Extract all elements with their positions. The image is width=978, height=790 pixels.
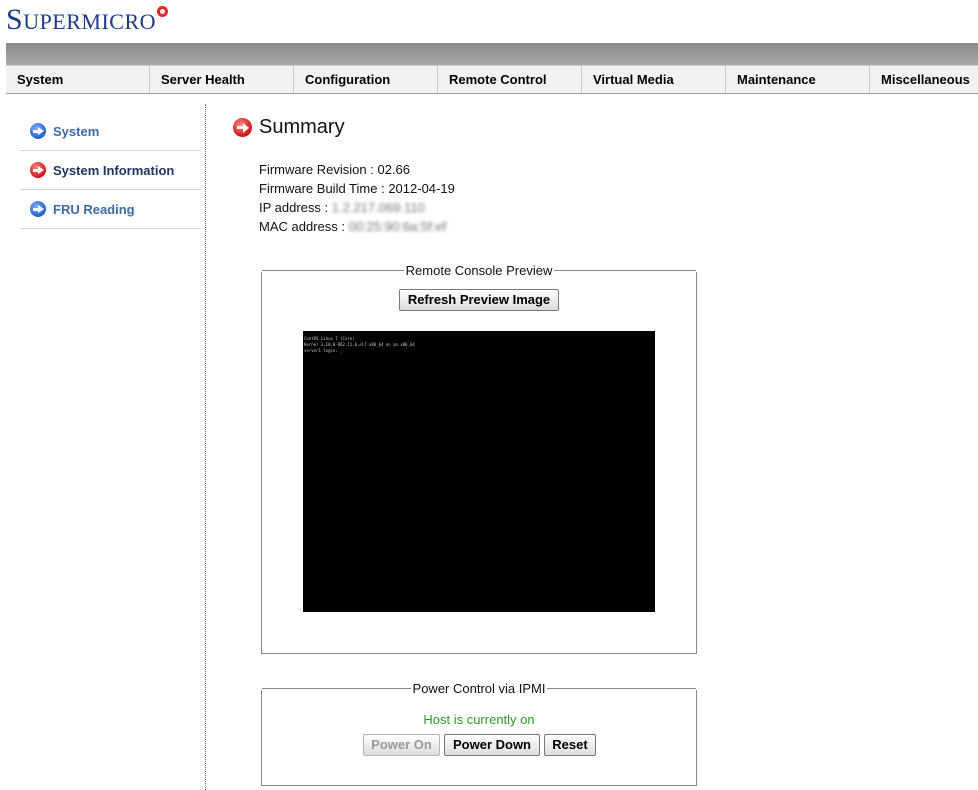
refresh-preview-button[interactable]: Refresh Preview Image — [399, 289, 559, 311]
sidebar-item-system-information[interactable]: System Information — [20, 151, 201, 190]
power-down-button[interactable]: Power Down — [444, 734, 540, 756]
sidebar-item-system[interactable]: System — [20, 112, 201, 151]
reset-button[interactable]: Reset — [544, 734, 596, 756]
menu-server-health[interactable]: Server Health — [150, 66, 294, 93]
menu-virtual-media[interactable]: Virtual Media — [582, 66, 726, 93]
arrow-right-red-icon — [233, 118, 252, 137]
logo-rest: UPERMICRO — [23, 9, 157, 34]
firmware-build-value: 2012-04-19 — [388, 181, 455, 196]
menu-remote-control[interactable]: Remote Control — [438, 66, 582, 93]
console-preview-screen[interactable]: CentOS Linux 7 (Core) Kernel 3.10.0-862.… — [303, 331, 655, 612]
sidebar-item-label: System — [53, 123, 100, 139]
top-menu-bar: System Server Health Configuration Remot… — [6, 65, 978, 94]
console-line: server1 login: _ — [304, 348, 343, 353]
sidebar-item-label: System Information — [53, 162, 175, 178]
ip-address-row: IP address : 1.2.217.069.110 — [259, 198, 455, 217]
header-band — [6, 43, 978, 65]
firmware-build-row: Firmware Build Time : 2012-04-19 — [259, 179, 455, 198]
power-control-legend-text: Power Control via IPMI — [412, 681, 546, 696]
remote-console-preview-box: Remote Console Preview Refresh Preview I… — [261, 263, 697, 654]
arrow-right-blue-icon — [30, 201, 46, 217]
power-control-legend: Power Control via IPMI — [262, 681, 696, 696]
mac-address-row: MAC address : 00:25:90:6a:5f:ef — [259, 217, 455, 236]
arrow-right-blue-icon — [30, 123, 46, 139]
firmware-revision-label: Firmware Revision : — [259, 162, 374, 177]
menu-configuration[interactable]: Configuration — [294, 66, 438, 93]
ip-address-label: IP address : — [259, 200, 329, 215]
arrow-right-red-icon — [30, 162, 46, 178]
menu-maintenance[interactable]: Maintenance — [726, 66, 870, 93]
sidebar-item-label: FRU Reading — [53, 201, 135, 217]
menu-miscellaneous[interactable]: Miscellaneous — [870, 66, 978, 93]
firmware-info: Firmware Revision : 02.66 Firmware Build… — [259, 160, 455, 236]
firmware-revision-row: Firmware Revision : 02.66 — [259, 160, 455, 179]
sidebar-item-fru-reading[interactable]: FRU Reading — [20, 190, 201, 229]
logo-registered-mark — [157, 6, 169, 17]
mac-address-value: 00:25:90:6a:5f:ef — [348, 219, 447, 234]
page-title: Summary — [259, 116, 345, 138]
host-status-text: Host is currently on — [423, 712, 535, 727]
supermicro-logo: SUPERMICRO — [6, 3, 169, 38]
power-on-button[interactable]: Power On — [363, 734, 440, 756]
remote-console-legend: Remote Console Preview — [262, 263, 696, 278]
firmware-build-label: Firmware Build Time : — [259, 181, 385, 196]
mac-address-label: MAC address : — [259, 219, 345, 234]
summary-header: Summary — [233, 116, 345, 139]
power-control-box: Power Control via IPMI Host is currently… — [261, 681, 697, 786]
remote-console-legend-text: Remote Console Preview — [405, 263, 553, 278]
firmware-revision-value: 02.66 — [377, 162, 411, 177]
ip-address-value: 1.2.217.069.110 — [331, 200, 425, 215]
logo-initial: S — [6, 3, 24, 36]
menu-system[interactable]: System — [6, 66, 150, 93]
sidebar: System System Information FRU Reading — [20, 112, 201, 229]
sidebar-divider — [205, 104, 206, 790]
